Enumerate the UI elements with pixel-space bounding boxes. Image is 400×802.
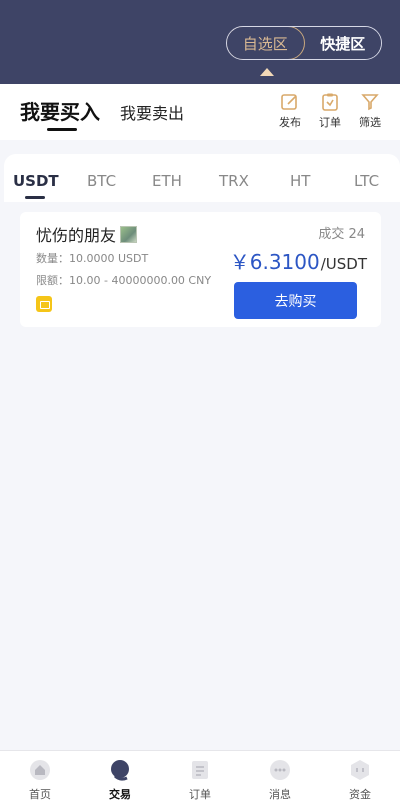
funds-icon bbox=[351, 760, 369, 780]
bottom-nav: 首页 交易 订单 消息 资金 bbox=[0, 750, 400, 802]
trade-icon bbox=[111, 760, 129, 781]
caret-up-icon bbox=[260, 68, 274, 76]
order-icon bbox=[192, 761, 208, 779]
nav-trade[interactable]: 交易 bbox=[80, 751, 160, 802]
listing-card: 忧伤的朋友 成交 24 数量：10.0000 USDT 限额：10.00 - 4… bbox=[20, 212, 381, 327]
publish-label: 发布 bbox=[279, 116, 301, 129]
tab-buy[interactable]: 我要买入 bbox=[20, 96, 100, 125]
coin-tab-indicator bbox=[25, 196, 45, 199]
price: ￥6.3100 /USDT bbox=[230, 246, 367, 275]
coin-tabs: USDT BTC ETH TRX HT LTC bbox=[4, 154, 400, 202]
filter-button[interactable]: 筛选 bbox=[354, 92, 386, 130]
edit-icon bbox=[281, 94, 297, 110]
home-icon bbox=[30, 760, 50, 780]
favorites-zone-button[interactable]: 自选区 bbox=[227, 27, 305, 59]
tab-ht[interactable]: HT bbox=[290, 172, 310, 190]
deal-count: 成交 24 bbox=[318, 227, 365, 242]
filter-label: 筛选 bbox=[359, 116, 381, 129]
orders-button[interactable]: 订单 bbox=[314, 92, 346, 130]
tab-trx[interactable]: TRX bbox=[219, 172, 249, 190]
active-tab-indicator bbox=[47, 128, 77, 131]
buy-button[interactable]: 去购买 bbox=[234, 282, 357, 319]
zone-toggle: 自选区 快捷区 bbox=[226, 26, 382, 60]
tab-sell[interactable]: 我要卖出 bbox=[120, 100, 184, 124]
nav-funds-label: 资金 bbox=[349, 788, 371, 801]
filter-icon bbox=[361, 94, 379, 111]
nav-trade-label: 交易 bbox=[109, 788, 131, 801]
nav-orders-label: 订单 bbox=[189, 788, 211, 801]
tab-ltc[interactable]: LTC bbox=[354, 172, 379, 190]
merchant-avatar bbox=[120, 225, 138, 243]
quantity-text: 数量：10.0000 USDT bbox=[36, 252, 149, 265]
tab-eth[interactable]: ETH bbox=[152, 172, 182, 190]
merchant-name-row: 忧伤的朋友 bbox=[36, 222, 138, 246]
trade-direction-bar: 我要买入 我要卖出 发布 订单 筛选 bbox=[0, 84, 400, 140]
orders-label: 订单 bbox=[319, 116, 341, 129]
nav-orders[interactable]: 订单 bbox=[160, 751, 240, 802]
limit-text: 限额：10.00 - 40000000.00 CNY bbox=[36, 274, 212, 287]
nav-funds[interactable]: 资金 bbox=[320, 751, 400, 802]
merchant-name[interactable]: 忧伤的朋友 bbox=[36, 222, 116, 246]
message-icon bbox=[270, 760, 290, 780]
top-header: 自选区 快捷区 bbox=[0, 0, 400, 84]
price-value: ￥6.3100 bbox=[229, 250, 320, 274]
wallet-icon bbox=[36, 296, 52, 312]
clipboard-icon bbox=[322, 93, 338, 111]
price-unit: /USDT bbox=[320, 255, 367, 273]
quick-zone-button[interactable]: 快捷区 bbox=[304, 27, 381, 59]
publish-button[interactable]: 发布 bbox=[274, 92, 306, 130]
nav-home-label: 首页 bbox=[29, 788, 51, 801]
nav-home[interactable]: 首页 bbox=[0, 751, 80, 802]
tab-usdt[interactable]: USDT bbox=[13, 172, 59, 190]
nav-messages[interactable]: 消息 bbox=[240, 751, 320, 802]
nav-messages-label: 消息 bbox=[269, 788, 291, 801]
tab-btc[interactable]: BTC bbox=[87, 172, 116, 190]
